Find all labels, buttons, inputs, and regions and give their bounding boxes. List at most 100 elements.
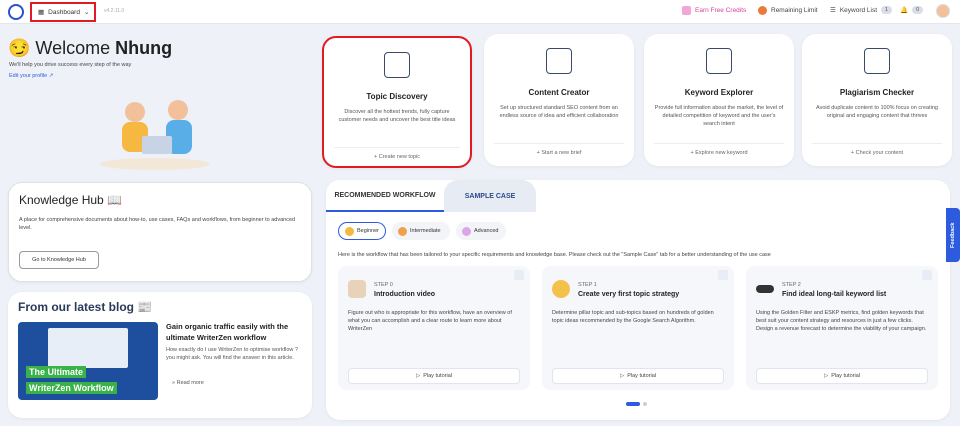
level-label: Beginner — [356, 228, 379, 234]
blog-post-desc: How exactly do I use WriterZen to optimi… — [166, 347, 298, 361]
topic-discovery-card[interactable]: Topic Discovery Discover all the hottest… — [322, 36, 472, 168]
feedback-tab[interactable]: Feedback — [946, 208, 960, 262]
keyword-explorer-card[interactable]: Keyword Explorer Provide full informatio… — [644, 34, 794, 166]
workflow-desc: Here is the workflow that has been tailo… — [338, 252, 771, 258]
level-label: Intermediate — [410, 228, 441, 234]
notification-count-badge: 0 — [912, 6, 924, 14]
play-label: Play tutorial — [627, 373, 656, 379]
blog-post-title[interactable]: Gain organic traffic easily with the ult… — [166, 322, 306, 343]
step-desc: Using the Golden Filter and ESKP metrics… — [756, 310, 927, 332]
notification-button[interactable]: 🔔 0 — [900, 6, 924, 14]
top-bar: ▦ Dashboard ⌄ v4.2.11.0 Earn Free Credit… — [0, 0, 960, 24]
level-advanced[interactable]: Advanced — [456, 222, 506, 240]
plagiarism-checker-card[interactable]: Plagiarism Checker Avoid duplicate conte… — [802, 34, 952, 166]
knowledge-hub-card: Knowledge Hub 📖 A place for comprehensiv… — [8, 182, 312, 282]
thumbnail-text-1: The Ultimate — [26, 366, 87, 378]
card-title: Topic Discovery — [366, 92, 428, 101]
play-label: Play tutorial — [423, 373, 452, 379]
step-title: Create very first topic strategy — [578, 291, 680, 298]
grid-icon: ▦ — [38, 9, 45, 16]
play-tutorial-button[interactable]: ▷ Play tutorial — [552, 368, 724, 384]
play-icon: ▷ — [416, 373, 421, 379]
card-title: Plagiarism Checker — [839, 88, 915, 97]
read-more-label: Read more — [176, 380, 204, 386]
card-title: Content Creator — [528, 88, 590, 97]
play-icon: ▷ — [824, 373, 829, 379]
step-desc: Figure out who is appropriate for this w… — [348, 310, 512, 332]
level-beginner[interactable]: Beginner — [338, 222, 386, 240]
blog-thumbnail[interactable]: The Ultimate WriterZen Workflow — [18, 322, 158, 400]
step-title: Find ideal long-tail keyword list — [782, 291, 887, 298]
level-label: Advanced — [474, 228, 499, 234]
carousel-dot-active[interactable] — [626, 402, 640, 406]
card-desc: Discover all the hottest trends, fully c… — [338, 109, 456, 123]
advanced-icon — [462, 226, 471, 236]
step-number: STEP 2 — [782, 282, 801, 288]
step-number: STEP 0 — [374, 282, 393, 288]
welcome-illustration — [100, 100, 210, 170]
earn-credits-label: Earn Free Credits — [695, 7, 747, 14]
knowledge-hub-button[interactable]: Go to Knowledge Hub — [19, 251, 99, 269]
earn-credits-link[interactable]: Earn Free Credits — [682, 6, 746, 15]
welcome-subtitle: We'll help you drive success every step … — [9, 62, 132, 68]
thumbnail-text-2: WriterZen Workflow — [26, 382, 117, 394]
intermediate-icon — [398, 226, 407, 236]
content-creator-card[interactable]: Content Creator Set up structured standa… — [484, 34, 634, 166]
book-icon — [348, 280, 366, 298]
remaining-limit-label: Remaining Limit — [771, 7, 818, 14]
play-icon: ▷ — [620, 373, 625, 379]
keyword-count-badge: 1 — [881, 6, 893, 14]
welcome-heading: 😏 Welcome Nhung — [8, 38, 173, 58]
expand-icon[interactable] — [718, 270, 728, 280]
start-brief-link[interactable]: + Start a new brief — [494, 143, 624, 156]
keyword-list-link[interactable]: ☰ Keyword List 1 — [830, 6, 893, 14]
carousel-dot[interactable] — [643, 402, 647, 406]
knowledge-hub-title: Knowledge Hub 📖 — [19, 193, 123, 207]
play-tutorial-button[interactable]: ▷ Play tutorial — [756, 368, 928, 384]
limit-icon — [758, 6, 767, 15]
card-desc: Set up structured standard SEO content f… — [499, 105, 619, 119]
card-desc: Avoid duplicate content to 100% focus on… — [816, 105, 938, 119]
app-logo-icon[interactable] — [8, 4, 24, 20]
user-avatar[interactable] — [936, 4, 950, 18]
blog-card: From our latest blog 📰 The Ultimate Writ… — [8, 292, 312, 418]
explore-keyword-link[interactable]: + Explore new keyword — [654, 143, 784, 156]
knowledge-hub-desc: A place for comprehensive documents abou… — [19, 217, 296, 232]
blog-title: From our latest blog 📰 — [18, 300, 153, 314]
step-number: STEP 1 — [578, 282, 597, 288]
create-topic-link[interactable]: + Create new topic — [334, 147, 460, 160]
edit-profile-link[interactable]: Edit your profile ↗ — [9, 73, 53, 79]
user-name: Nhung — [115, 38, 173, 58]
workflow-step: STEP 0 Introduction video Figure out who… — [338, 266, 530, 390]
topic-discovery-icon — [384, 52, 410, 78]
edit-profile-label: Edit your profile — [9, 73, 48, 79]
screenshot-image — [48, 328, 128, 368]
play-tutorial-button[interactable]: ▷ Play tutorial — [348, 368, 520, 384]
glasses-icon — [756, 285, 774, 293]
version-label: v4.2.11.0 — [104, 8, 125, 14]
welcome-greeting: Welcome — [35, 38, 116, 58]
chevron-down-icon: ⌄ — [83, 9, 90, 16]
dashboard-selector[interactable]: ▦ Dashboard ⌄ — [30, 2, 96, 22]
keyword-explorer-icon — [706, 48, 732, 74]
card-desc: Provide full information about the marke… — [654, 105, 784, 127]
play-label: Play tutorial — [831, 373, 860, 379]
expand-icon[interactable] — [922, 270, 932, 280]
expand-icon[interactable] — [514, 270, 524, 280]
beginner-icon — [345, 226, 354, 236]
plagiarism-checker-icon — [864, 48, 890, 74]
step-desc: Determine pillar topic and sub-topics ba… — [552, 310, 714, 324]
card-title: Keyword Explorer — [684, 88, 754, 97]
workflow-step: STEP 1 Create very first topic strategy … — [542, 266, 734, 390]
medal-icon — [552, 280, 570, 298]
read-more-link[interactable]: » Read more — [172, 380, 204, 386]
step-title: Introduction video — [374, 291, 436, 298]
bell-icon: 🔔 — [900, 7, 909, 14]
tab-recommended-workflow[interactable]: RECOMMENDED WORKFLOW — [326, 180, 444, 212]
tab-sample-case[interactable]: SAMPLE CASE — [444, 180, 536, 212]
check-content-link[interactable]: + Check your content — [812, 143, 942, 156]
level-intermediate[interactable]: Intermediate — [392, 222, 450, 240]
remaining-limit-link[interactable]: Remaining Limit — [758, 6, 818, 15]
workflow-panel: RECOMMENDED WORKFLOW SAMPLE CASE Beginne… — [326, 180, 950, 420]
content-creator-icon — [546, 48, 572, 74]
